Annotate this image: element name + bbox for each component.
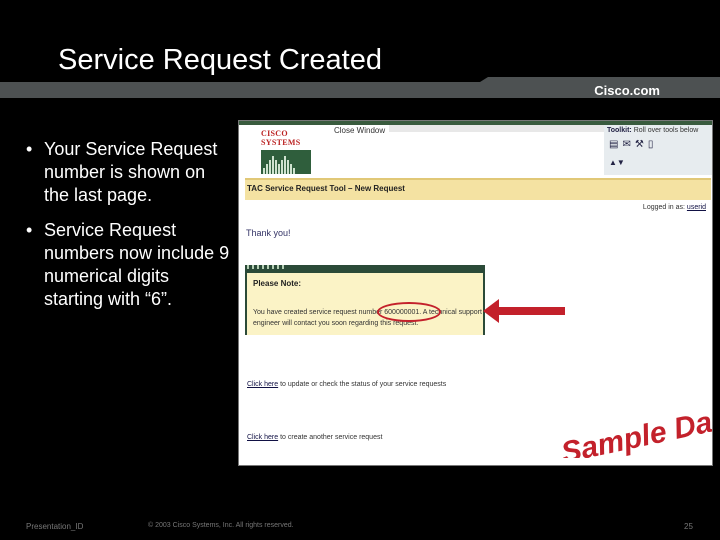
close-window-link[interactable]: Close Window	[334, 126, 385, 135]
footer-page-number: 25	[684, 522, 693, 531]
slide-title: Service Request Created	[58, 44, 382, 76]
toolkit-icons: ▤ ✉ ⚒ ▯	[609, 139, 653, 150]
bullet-item: • Your Service Request number is shown o…	[26, 138, 231, 207]
logged-in-status: Logged in as: userid	[643, 204, 706, 211]
user-id-link[interactable]: userid	[687, 204, 706, 211]
bullet-item: • Service Request numbers now include 9 …	[26, 219, 231, 311]
footer-copyright: © 2003 Cisco Systems, Inc. All rights re…	[148, 522, 294, 529]
sr-number-highlight	[377, 302, 441, 322]
update-sr-link[interactable]: Click here	[247, 381, 278, 388]
toolkit-label: Toolkit: Roll over tools below	[607, 127, 698, 134]
create-sr-line: Click here to create another service req…	[247, 434, 382, 441]
text-size-icon[interactable]: ▲▼	[609, 158, 625, 167]
create-sr-text: to create another service request	[280, 434, 383, 441]
document-icon[interactable]: ▯	[648, 139, 654, 150]
bullet-dot: •	[26, 139, 33, 159]
logged-in-label: Logged in as:	[642, 204, 685, 211]
toolkit-panel: Toolkit: Roll over tools below ▤ ✉ ⚒ ▯ ▲…	[604, 125, 712, 175]
bullet-list: • Your Service Request number is shown o…	[26, 138, 231, 323]
create-sr-link[interactable]: Click here	[247, 434, 278, 441]
please-note-box: Please Note: You have created service re…	[247, 273, 483, 335]
arrow-icon	[483, 299, 565, 323]
print-icon[interactable]: ▤	[609, 139, 618, 150]
banner-text: TAC Service Request Tool – New Request	[247, 184, 405, 193]
title-banner: TAC Service Request Tool – New Request	[245, 178, 711, 200]
watermark-text: Sample Data	[558, 400, 712, 458]
cisco-systems-logo: CISCO SYSTEMS	[261, 129, 321, 174]
thank-you-text: Thank you!	[246, 228, 291, 238]
tab-strip	[389, 125, 609, 132]
tools-icon[interactable]: ⚒	[635, 139, 644, 150]
logo-text: CISCO SYSTEMS	[261, 129, 301, 147]
bullet-text: Your Service Request number is shown on …	[44, 139, 218, 205]
update-sr-text: to update or check the status of your se…	[280, 381, 447, 388]
sample-data-watermark: Sample Data	[558, 399, 712, 458]
email-icon[interactable]: ✉	[622, 139, 630, 150]
toolkit-hint: Roll over tools below	[633, 127, 699, 134]
note-body: You have created service request number …	[253, 309, 482, 327]
toolkit-title: Toolkit:	[607, 127, 632, 134]
note-ticks	[247, 265, 284, 269]
bullet-text: Service Request numbers now include 9 nu…	[44, 220, 230, 309]
logo-bars-icon	[261, 150, 311, 174]
bullet-dot: •	[26, 220, 33, 240]
update-sr-line: Click here to update or check the status…	[247, 381, 446, 388]
note-title: Please Note:	[253, 279, 302, 288]
brand-link: Cisco.com	[594, 83, 660, 98]
footer-presentation-id: Presentation_ID	[26, 522, 84, 531]
